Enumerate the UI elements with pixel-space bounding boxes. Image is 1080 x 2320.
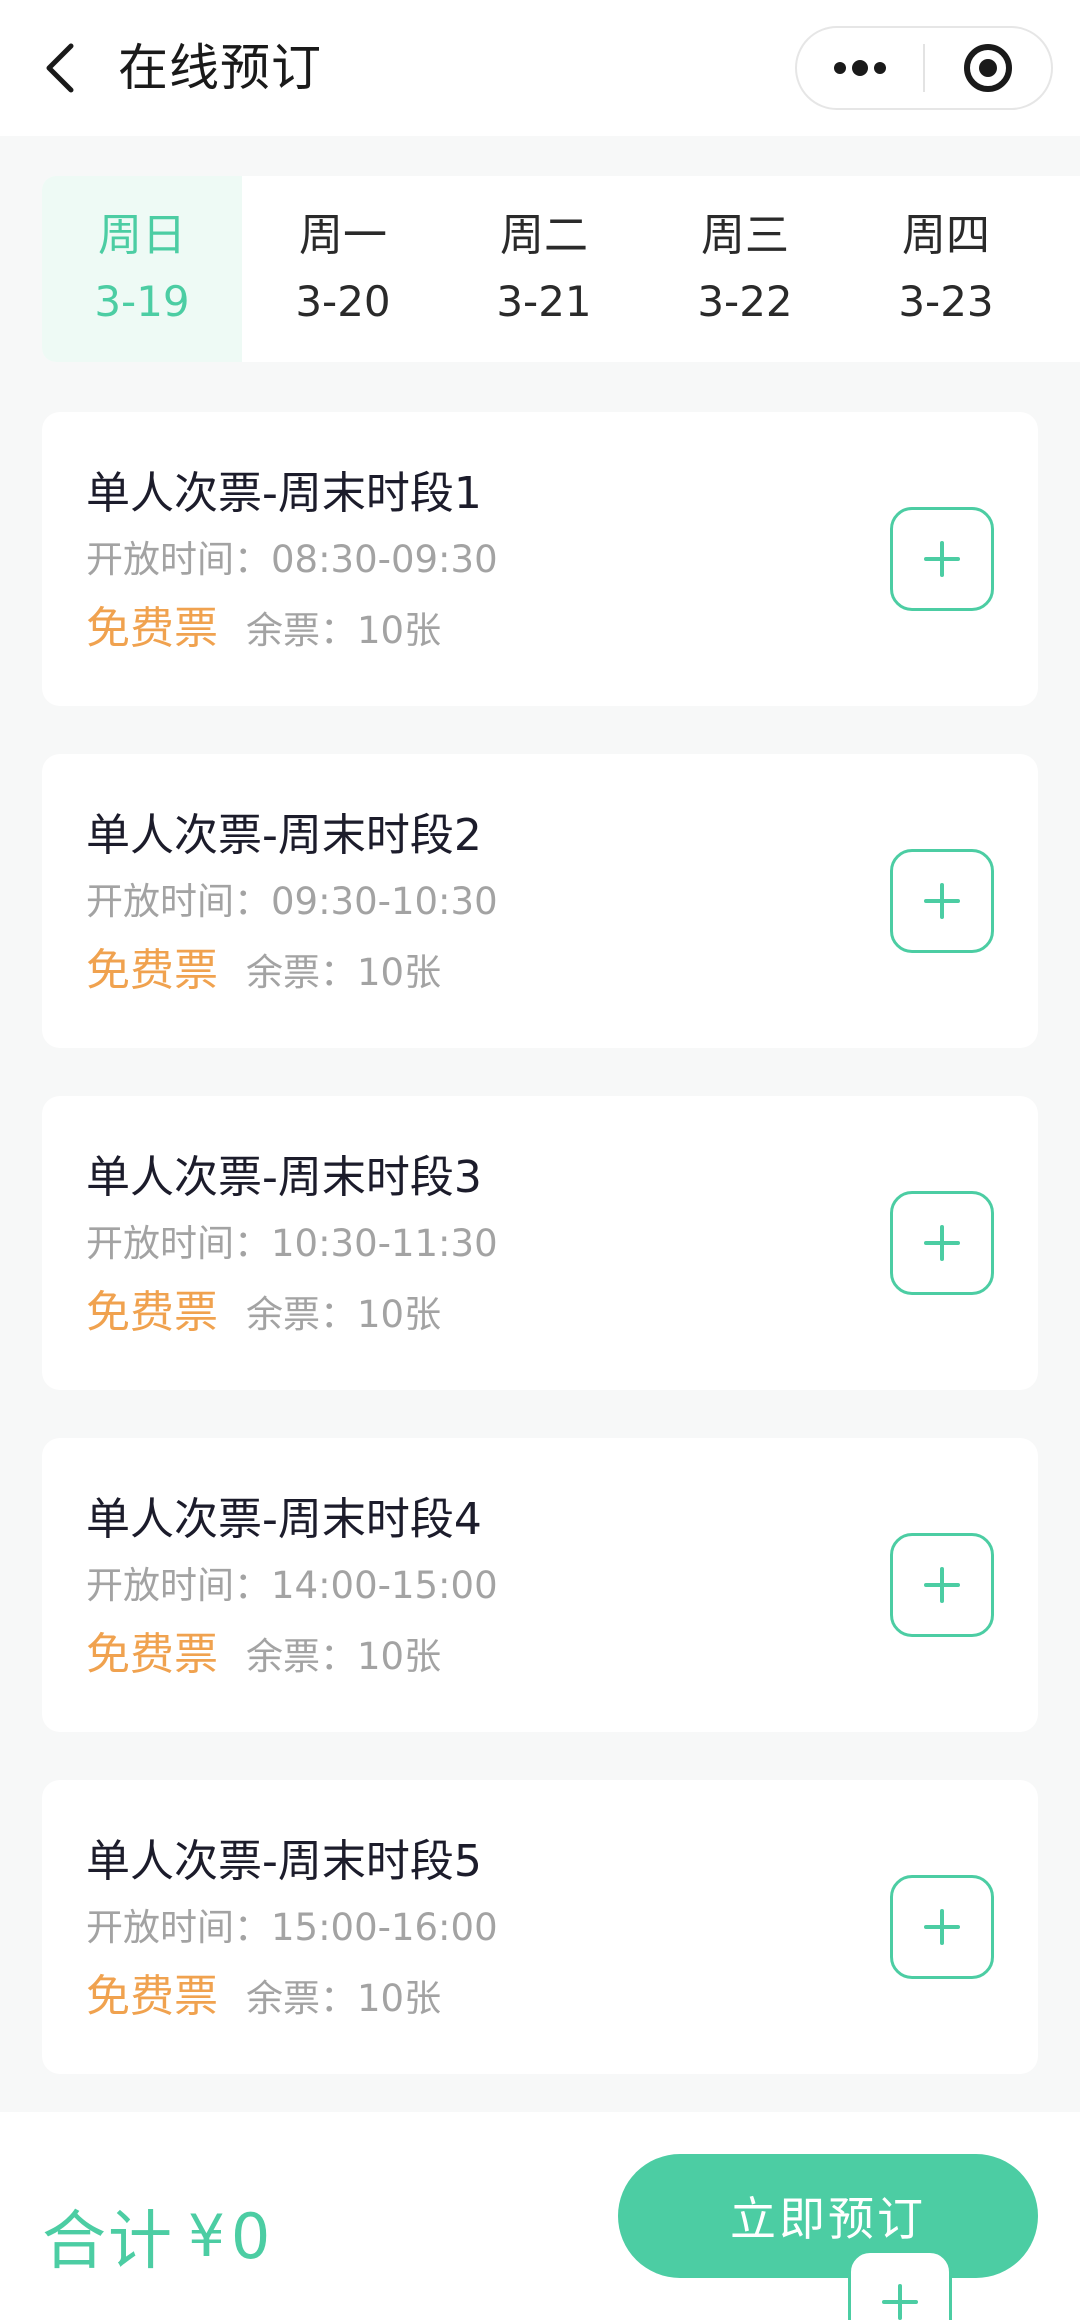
more-dots-icon: [834, 60, 886, 76]
date-tab-1[interactable]: 周一 3-20: [243, 176, 443, 362]
date-tab-0[interactable]: 周日 3-19: [42, 176, 242, 362]
book-now-button[interactable]: 立即预订: [618, 2154, 1038, 2278]
ticket-open-time: 开放时间：10:30-11:30: [86, 1222, 498, 1265]
ticket-stock: 余票：10张: [246, 1977, 442, 2020]
ticket-name: 单人次票-周末时段1: [86, 468, 482, 519]
date-selector: 周日 3-19 周一 3-20 周二 3-21 周三 3-22 周四 3-23: [42, 176, 1080, 362]
booking-page: 在线预订 周日 3-19 周一 3-20 周二 3-21 周三 3-22 周四 …: [0, 0, 1080, 2320]
ticket-open-time: 开放时间：09:30-10:30: [86, 880, 498, 923]
ticket-open-time: 开放时间：14:00-15:00: [86, 1564, 498, 1607]
date-weekday: 周一: [299, 210, 387, 261]
ticket-open-time: 开放时间：08:30-09:30: [86, 538, 498, 581]
date-day: 3-20: [295, 277, 391, 326]
ticket-open-time: 开放时间：15:00-16:00: [86, 1906, 498, 1949]
total-label: 合计: [42, 2205, 174, 2279]
mini-program-capsule: [795, 26, 1053, 110]
date-day: 3-22: [697, 277, 793, 326]
ticket-card: 单人次票-周末时段2 开放时间：09:30-10:30 免费票 余票：10张: [42, 754, 1038, 1048]
ticket-stock: 余票：10张: [246, 1293, 442, 1336]
ticket-stock: 余票：10张: [246, 951, 442, 994]
ticket-stock: 余票：10张: [246, 609, 442, 652]
page-title: 在线预订: [118, 39, 322, 97]
date-day: 3-19: [94, 277, 190, 326]
add-ticket-button[interactable]: [890, 1875, 994, 1979]
ticket-type: 免费票: [86, 945, 218, 996]
ticket-type: 免费票: [86, 603, 218, 654]
order-total: 合计 ¥ 0: [42, 2196, 271, 2280]
target-circle-icon: [963, 44, 1012, 92]
ticket-card: 单人次票-周末时段5 开放时间：15:00-16:00 免费票 余票：10张: [42, 1780, 1038, 2074]
add-ticket-button[interactable]: [890, 1533, 994, 1637]
date-weekday: 周二: [500, 210, 588, 261]
total-amount: 0: [230, 2199, 271, 2273]
ticket-name: 单人次票-周末时段3: [86, 1152, 482, 1203]
plus-icon: [882, 2284, 918, 2320]
plus-icon: [924, 1567, 960, 1603]
ticket-name: 单人次票-周末时段5: [86, 1836, 482, 1887]
close-mini-program-button[interactable]: [925, 28, 1051, 108]
date-tab-2[interactable]: 周二 3-21: [444, 176, 644, 362]
plus-icon: [924, 883, 960, 919]
chevron-left-icon: [46, 43, 74, 93]
ticket-card: 单人次票-周末时段4 开放时间：14:00-15:00 免费票 余票：10张: [42, 1438, 1038, 1732]
date-weekday: 周日: [98, 210, 186, 261]
ticket-type: 免费票: [86, 1971, 218, 2022]
date-tab-3[interactable]: 周三 3-22: [645, 176, 845, 362]
ticket-stock: 余票：10张: [246, 1635, 442, 1678]
more-button[interactable]: [797, 28, 923, 108]
ticket-card: 单人次票-周末时段3 开放时间：10:30-11:30 免费票 余票：10张: [42, 1096, 1038, 1390]
nav-bar: 在线预订: [0, 0, 1080, 136]
date-weekday: 周四: [902, 210, 990, 261]
date-weekday: 周三: [701, 210, 789, 261]
ticket-name: 单人次票-周末时段2: [86, 810, 482, 861]
add-ticket-button-partial: [848, 2250, 952, 2320]
add-ticket-button[interactable]: [890, 1191, 994, 1295]
date-day: 3-23: [898, 277, 994, 326]
plus-icon: [924, 1909, 960, 1945]
plus-icon: [924, 541, 960, 577]
ticket-card: 单人次票-周末时段1 开放时间：08:30-09:30 免费票 余票：10张: [42, 412, 1038, 706]
plus-icon: [924, 1225, 960, 1261]
back-button[interactable]: [30, 34, 90, 102]
add-ticket-button[interactable]: [890, 849, 994, 953]
date-tab-4[interactable]: 周四 3-23: [846, 176, 1046, 362]
currency-symbol: ¥: [188, 2202, 225, 2270]
ticket-name: 单人次票-周末时段4: [86, 1494, 482, 1545]
ticket-type: 免费票: [86, 1629, 218, 1680]
add-ticket-button[interactable]: [890, 507, 994, 611]
date-day: 3-21: [496, 277, 592, 326]
ticket-type: 免费票: [86, 1287, 218, 1338]
